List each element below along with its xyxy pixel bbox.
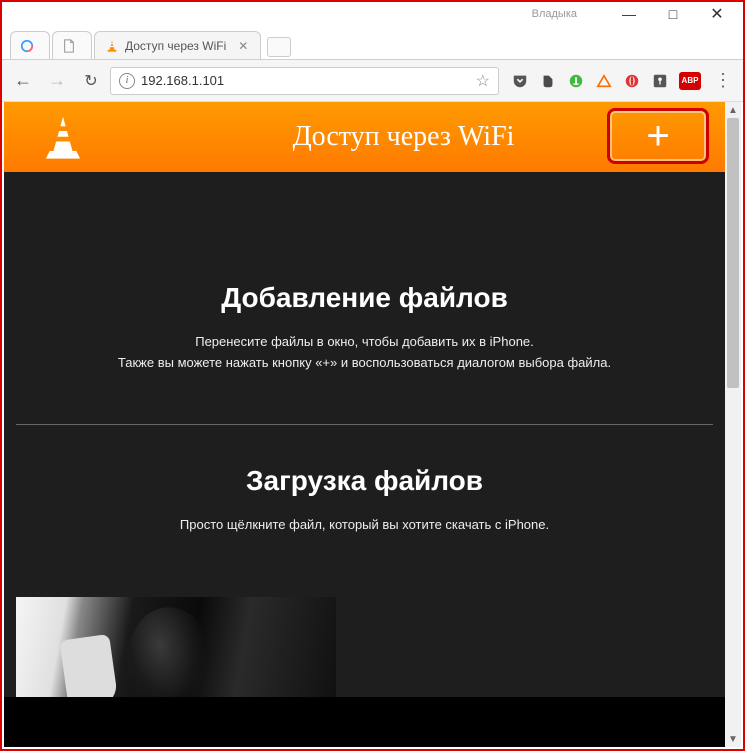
window-titlebar: Владыка — □ ✕ — [2, 2, 743, 26]
vlc-cone-icon — [105, 39, 119, 53]
dash-icon[interactable] — [651, 72, 669, 90]
extensions-row: ABP ⋮ — [503, 66, 737, 96]
page-viewport: Доступ через WiFi + Добавление файлов Пе… — [4, 102, 725, 747]
browser-toolbar: ← → ↻ i 192.168.1.101 ☆ ABP ⋮ — [2, 60, 743, 102]
site-info-icon[interactable]: i — [119, 73, 135, 89]
new-tab-button[interactable] — [267, 37, 291, 57]
tab-blank[interactable] — [10, 31, 50, 59]
chrome-menu-button[interactable]: ⋮ — [711, 66, 735, 96]
download-files-heading: Загрузка файлов — [24, 465, 705, 497]
triangle-icon[interactable] — [595, 72, 613, 90]
page-content: Добавление файлов Перенесите файлы в окн… — [4, 172, 725, 697]
window-minimize-button[interactable]: — — [607, 2, 651, 26]
window-maximize-button[interactable]: □ — [651, 2, 695, 26]
forward-button[interactable]: → — [42, 66, 72, 96]
add-file-button-highlight: + — [607, 108, 709, 164]
scroll-thumb[interactable] — [727, 118, 739, 388]
url-text: 192.168.1.101 — [141, 73, 470, 88]
video-thumbnail[interactable] — [16, 597, 336, 697]
tab-close-button[interactable]: ✕ — [236, 39, 250, 53]
add-files-text-1: Перенесите файлы в окно, чтобы добавить … — [24, 332, 705, 353]
chrome-user-label[interactable]: Владыка — [532, 8, 577, 20]
back-button[interactable]: ← — [8, 66, 38, 96]
pocket-icon[interactable] — [511, 72, 529, 90]
browser-window: Владыка — □ ✕ Доступ через WiFi ✕ ← → ↻ — [0, 0, 745, 751]
vertical-scrollbar[interactable]: ▲ ▼ — [725, 102, 741, 747]
green-circle-icon[interactable] — [567, 72, 585, 90]
tab-strip: Доступ через WiFi ✕ — [2, 26, 743, 60]
add-files-section: Добавление файлов Перенесите файлы в окн… — [4, 172, 725, 424]
page-icon — [62, 39, 76, 53]
add-file-button[interactable]: + — [646, 116, 669, 156]
address-bar[interactable]: i 192.168.1.101 ☆ — [110, 67, 499, 95]
video-thumbnails-row — [4, 585, 725, 697]
add-files-text-2: Также вы можете нажать кнопку «+» и восп… — [24, 353, 705, 374]
bookmark-star-icon[interactable]: ☆ — [476, 71, 490, 91]
scroll-up-arrow[interactable]: ▲ — [725, 102, 741, 118]
blank-tab-icon — [20, 39, 34, 53]
add-files-heading: Добавление файлов — [24, 282, 705, 314]
reload-button[interactable]: ↻ — [76, 66, 106, 96]
abp-icon[interactable]: ABP — [679, 72, 701, 90]
tab-vlc-wifi[interactable]: Доступ через WiFi ✕ — [94, 31, 261, 59]
tab-title: Доступ через WiFi — [125, 39, 226, 53]
window-close-button[interactable]: ✕ — [695, 2, 739, 26]
vlc-cone-logo-icon — [44, 113, 82, 161]
download-files-section: Загрузка файлов Просто щёлкните файл, ко… — [4, 425, 725, 586]
evernote-icon[interactable] — [539, 72, 557, 90]
download-files-text: Просто щёлкните файл, который вы хотите … — [24, 515, 705, 536]
scroll-down-arrow[interactable]: ▼ — [725, 731, 741, 747]
opera-icon[interactable] — [623, 72, 641, 90]
vlc-header-bar: Доступ через WiFi + — [4, 102, 725, 172]
tab-newpage[interactable] — [52, 31, 92, 59]
